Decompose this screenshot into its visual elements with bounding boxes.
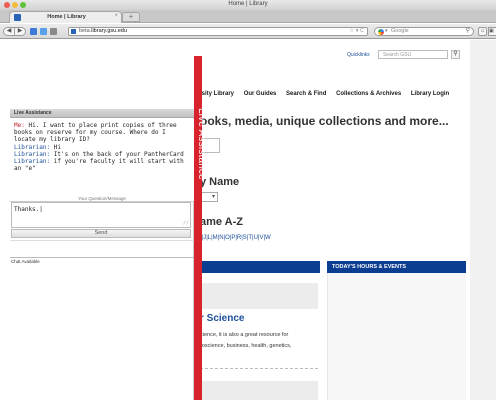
- forward-button[interactable]: ▶: [14, 27, 26, 36]
- chat-speaker: Librarian:: [14, 158, 51, 166]
- chat-text: Hi. I want to place print copies of thre…: [14, 122, 181, 144]
- feature-image-placeholder: [200, 381, 318, 400]
- nav-item-collections-archives[interactable]: Collections & Archives: [336, 91, 401, 97]
- divider: [10, 257, 194, 258]
- magnifier-icon[interactable]: ⚲: [466, 28, 470, 35]
- main-navigation: ersity Library Our Guides Search & Find …: [196, 91, 457, 97]
- navigation-toolbar: ◀ ▶ beta.library.gsu.edu ☆ ▾ C ▾ Google …: [0, 24, 496, 39]
- hero-headline: ooks, media, unique collections and more…: [200, 114, 449, 128]
- home-button[interactable]: ⌂: [478, 27, 487, 36]
- quicklinks-link[interactable]: Quicklinks: [347, 52, 370, 58]
- nav-item-search-find[interactable]: Search & Find: [286, 91, 326, 97]
- feature-description-line: cience, it is also a great resource for: [200, 332, 289, 338]
- url-prefix: beta.: [79, 28, 92, 34]
- live-assistance-header: Live Assistance: [10, 109, 194, 118]
- window-title: Home | Library: [228, 1, 268, 7]
- chat-message-input[interactable]: Thanks.| ∕∕: [11, 202, 191, 228]
- tab-close-icon[interactable]: ×: [114, 13, 118, 19]
- bookmarks-icon[interactable]: [30, 28, 37, 35]
- chat-message: Librarian: It's on the back of your Pant…: [14, 151, 190, 158]
- hours-events-panel: [327, 273, 466, 400]
- chat-message: Librarian: Hi: [14, 144, 190, 151]
- new-tab-button[interactable]: +: [122, 12, 140, 22]
- divider: [10, 240, 194, 241]
- question-label: Your Question/Message: [78, 196, 126, 201]
- database-name-select[interactable]: ▾: [200, 192, 218, 202]
- site-search-button[interactable]: ⚲: [451, 50, 460, 59]
- chat-speaker: Librarian:: [14, 143, 51, 151]
- live-assistance-title: Live Assistance: [14, 110, 52, 116]
- site-favicon-icon: [71, 29, 76, 34]
- chat-status: Chat Available: [11, 259, 40, 264]
- az-letter-links[interactable]: I|J|L|M|N|O|P|R|S|T|U|V|W: [200, 235, 271, 241]
- window-titlebar: Home | Library: [0, 0, 496, 10]
- live-assistance-tab-label[interactable]: Live Assistance: [196, 108, 207, 180]
- feature-image-placeholder: [200, 283, 318, 309]
- bookmark-reload-icon[interactable]: ☆ ▾ C: [349, 28, 364, 35]
- chat-text: Hi: [50, 143, 61, 151]
- url-domain: library.gsu.edu: [91, 28, 127, 34]
- chat-text: It's on the back of your PantherCard: [50, 150, 184, 158]
- chat-speaker: Me:: [14, 122, 25, 129]
- page-side-strip: [470, 40, 496, 400]
- databases-az-heading: ame A-Z: [200, 216, 243, 228]
- search-bar[interactable]: ▾ Google ⚲: [374, 27, 474, 36]
- chat-speaker: Librarian:: [14, 150, 51, 158]
- hours-events-label[interactable]: TODAY'S HOURS & EVENTS: [332, 264, 406, 270]
- site-search-input[interactable]: Search GSU: [378, 50, 448, 59]
- hours-events-header: TODAY'S HOURS & EVENTS: [327, 261, 466, 273]
- chat-input-value: Thanks.|: [14, 206, 43, 213]
- chat-transcript: Me: Hi. I want to place print copies of …: [10, 119, 194, 202]
- address-bar[interactable]: beta.library.gsu.edu ☆ ▾ C: [68, 27, 368, 36]
- tab-bar: Home | Library × +: [0, 10, 496, 23]
- feature-title[interactable]: r Science: [200, 313, 244, 324]
- divider: [200, 368, 318, 369]
- url-text: beta.library.gsu.edu: [79, 28, 127, 35]
- chat-message: Me: Hi. I want to place print copies of …: [14, 122, 190, 144]
- extension-icon[interactable]: ▣: [488, 27, 496, 36]
- chat-message: Librarian: if you're faculty it will sta…: [14, 158, 190, 172]
- resize-grip-icon[interactable]: ∕∕: [183, 221, 189, 226]
- nav-item-our-guides[interactable]: Our Guides: [244, 91, 277, 97]
- history-icon[interactable]: [50, 28, 57, 35]
- section-header-bar: [200, 261, 320, 273]
- live-assistance-panel: Live Assistance Me: Hi. I want to place …: [10, 109, 194, 400]
- feature-description-line: roscience, business, health, genetics,: [200, 343, 292, 349]
- reading-list-icon[interactable]: [40, 28, 47, 35]
- search-engine-dropdown-icon[interactable]: ▾: [385, 28, 388, 35]
- search-placeholder: Google: [391, 28, 409, 34]
- google-icon[interactable]: [378, 29, 384, 35]
- tab-home-library[interactable]: Home | Library ×: [9, 11, 122, 23]
- send-button[interactable]: Send: [11, 229, 191, 238]
- nav-item-library-login[interactable]: Library Login: [411, 91, 449, 97]
- site-search-placeholder: Search GSU: [383, 52, 412, 58]
- tab-label: Home | Library: [47, 14, 86, 20]
